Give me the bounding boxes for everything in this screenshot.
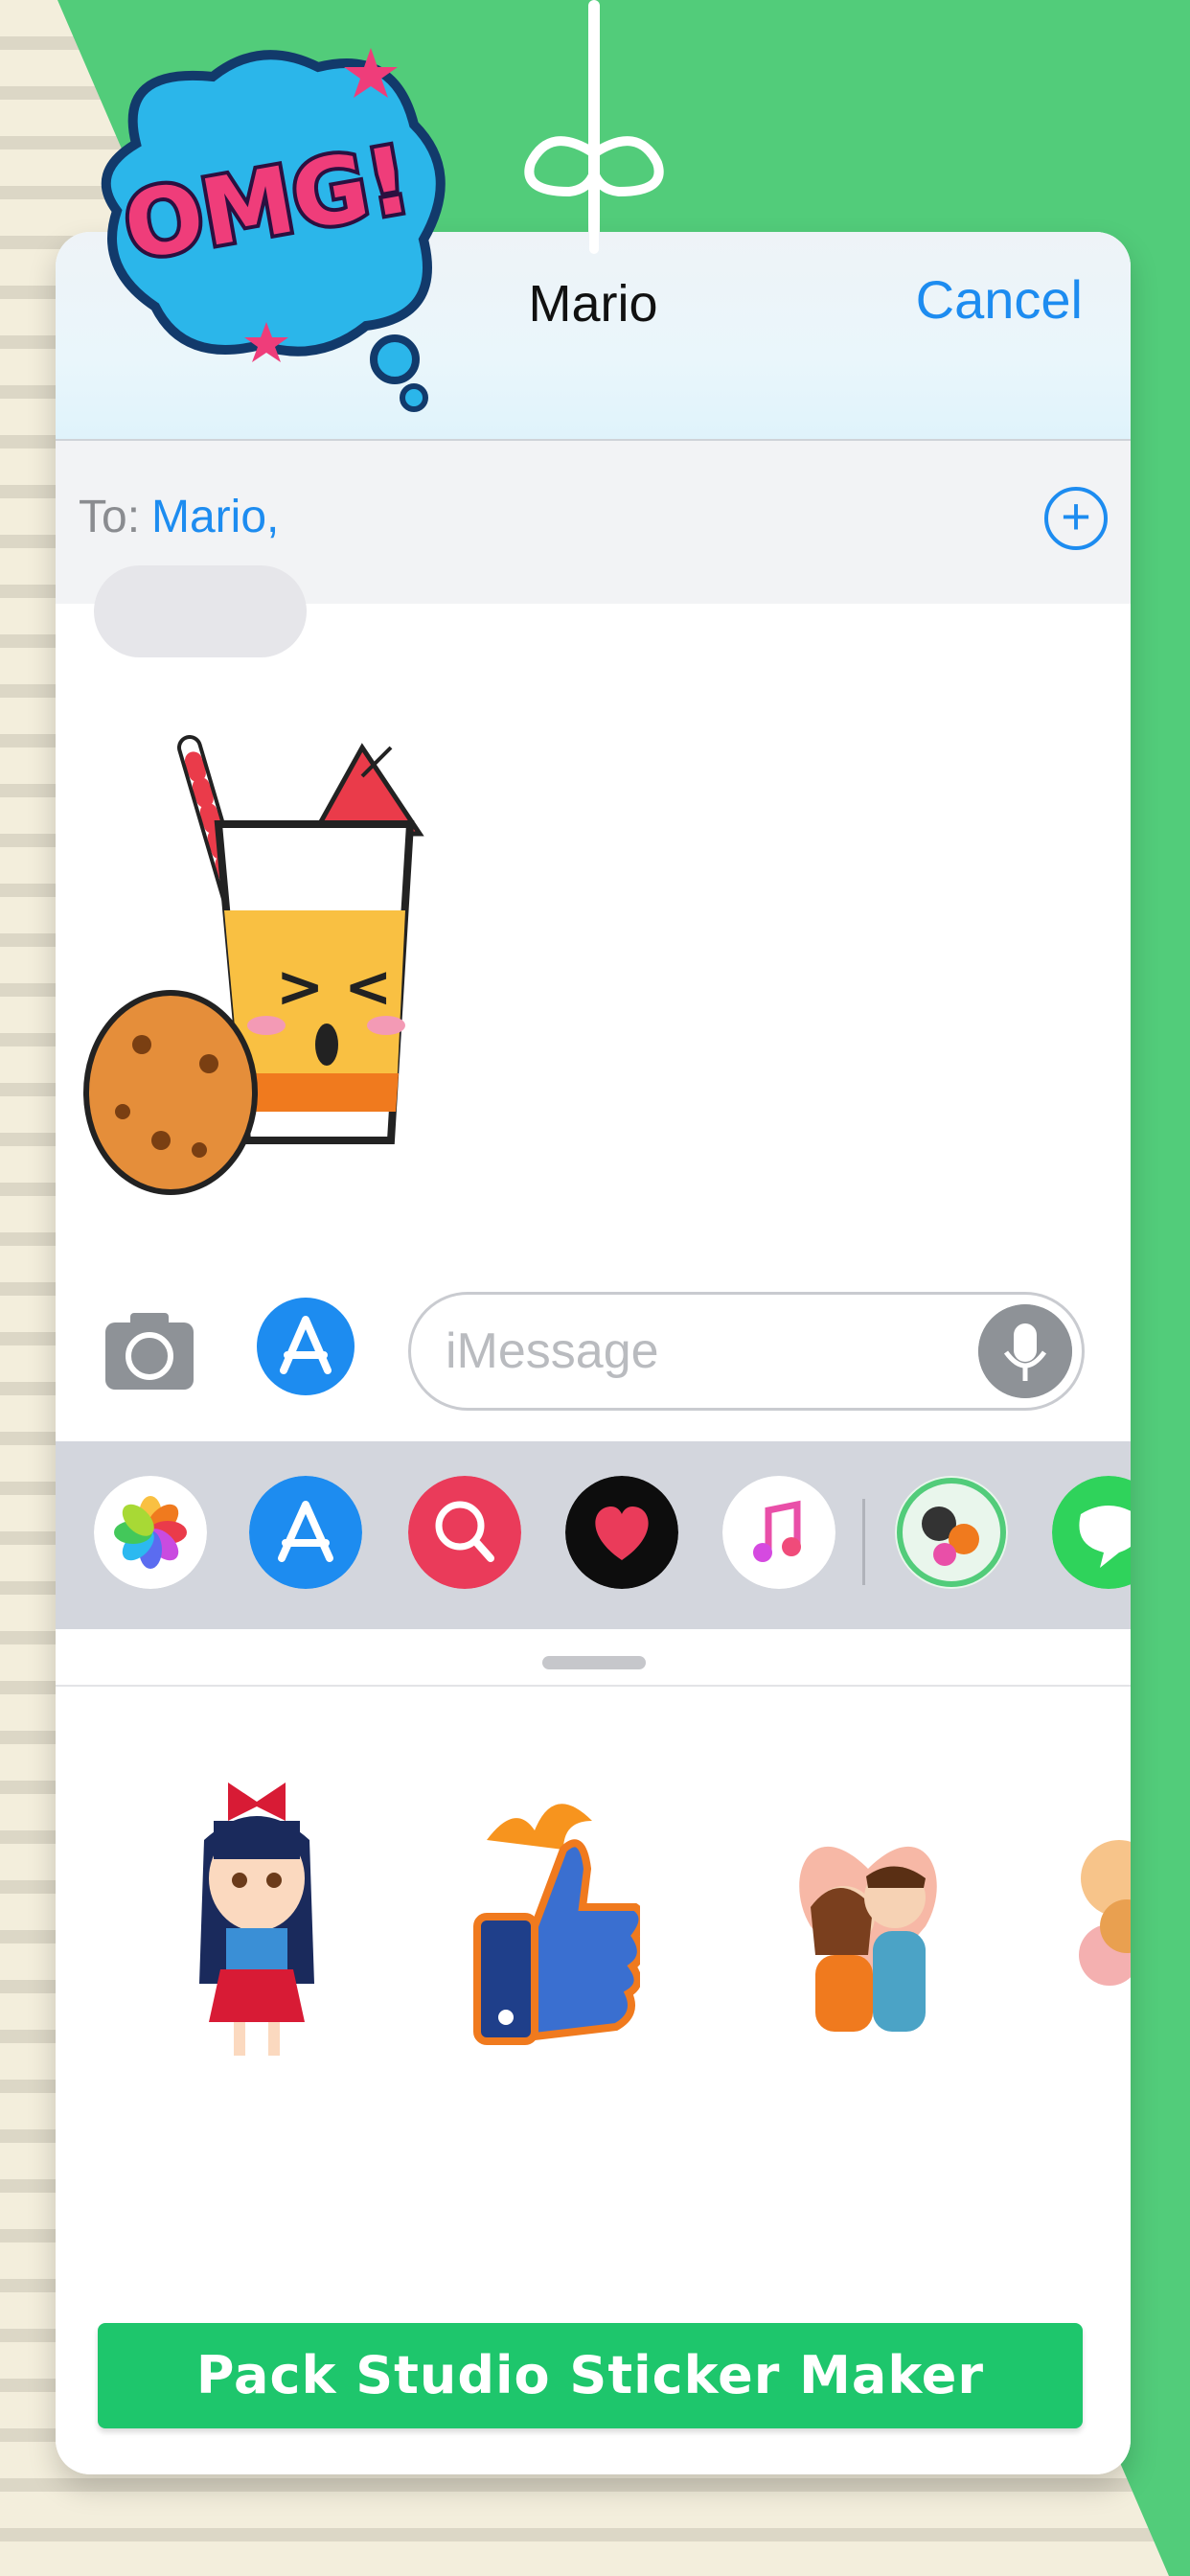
photos-app-icon[interactable] — [94, 1476, 207, 1589]
web-search-app-icon[interactable] — [408, 1476, 521, 1589]
imessage-input[interactable]: iMessage — [408, 1292, 1085, 1411]
music-app-icon[interactable] — [722, 1476, 835, 1589]
cancel-button[interactable]: Cancel — [916, 268, 1083, 331]
girl-sticker[interactable] — [161, 1763, 353, 2080]
thumbs-up-sticker[interactable] — [448, 1763, 640, 2080]
compose-bar: iMessage — [56, 1273, 1131, 1436]
hanger-clip — [524, 136, 664, 254]
imessage-window: Mario Cancel To: Mario, + > < iMessage P… — [56, 232, 1131, 2474]
juice-cookie-sticker: > < — [83, 735, 424, 1195]
partial-sticker[interactable] — [1071, 1763, 1131, 2080]
messages-app-icon[interactable] — [1052, 1476, 1131, 1589]
sticker-pack-app-icon[interactable] — [895, 1476, 1008, 1589]
app-drawer — [56, 1441, 1131, 1629]
couple-sticker[interactable] — [772, 1763, 964, 2080]
add-recipient-button[interactable]: + — [1044, 487, 1108, 550]
imessage-placeholder: iMessage — [446, 1323, 659, 1379]
omg-sticker: OMG! — [101, 48, 446, 412]
pack-studio-cta-button[interactable]: Pack Studio Sticker Maker — [98, 2323, 1083, 2428]
message-bubble — [94, 565, 307, 657]
sticker-panel: Pack Studio Sticker Maker — [56, 1629, 1131, 2474]
to-label: To: — [79, 492, 141, 542]
drawer-divider — [862, 1499, 865, 1585]
microphone-icon[interactable] — [978, 1304, 1072, 1398]
camera-icon[interactable] — [102, 1301, 197, 1397]
panel-grabber[interactable] — [542, 1656, 646, 1669]
svg-text:> <: > < — [276, 954, 392, 1021]
app-store-app-icon[interactable] — [249, 1476, 362, 1589]
app-store-icon[interactable] — [255, 1296, 356, 1397]
recipient-name[interactable]: Mario, — [151, 491, 279, 543]
panel-divider — [56, 1685, 1131, 1687]
heart-app-icon[interactable] — [565, 1476, 678, 1589]
